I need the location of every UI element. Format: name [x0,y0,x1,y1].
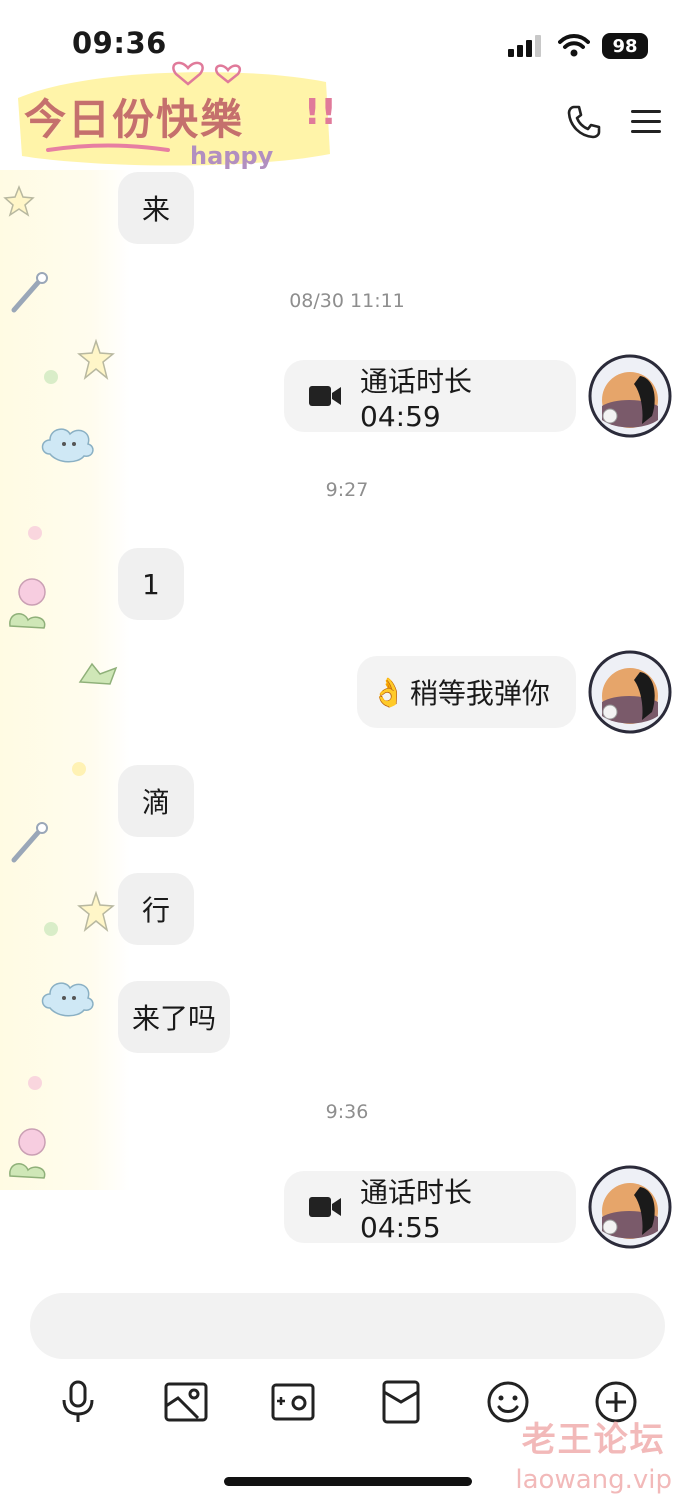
call-duration-text: 通话时长 04:55 [360,1175,473,1244]
message-text: 1 [142,567,160,601]
dot-decoration [72,762,86,776]
microphone-icon [62,1380,94,1422]
avatar-image [588,1165,672,1249]
message-timestamp: 9:27 [325,479,369,501]
message-input[interactable] [30,1293,665,1359]
chat-title: 今日份快樂 [24,95,245,144]
home-indicator[interactable] [224,1477,472,1486]
my-avatar[interactable] [588,354,672,438]
incoming-message[interactable]: 行 [118,873,195,945]
incoming-message[interactable]: 来 [118,172,195,244]
dot-decoration [28,526,42,540]
red-packet-icon [382,1380,420,1424]
chat-header: 今日份快樂 !! happy [0,58,694,178]
status-time: 09:36 [72,26,167,60]
cloud-sticker-icon [41,428,94,463]
cloud-sticker-icon [41,982,94,1017]
incoming-message[interactable]: 1 [118,548,184,620]
incoming-message[interactable]: 来了吗 [118,981,231,1053]
camera-icon [271,1383,315,1421]
message-text: 滴 [142,786,171,819]
image-icon [164,1382,208,1422]
avatar-image [588,354,672,438]
title-sticker: 今日份快樂 !! happy [8,58,348,183]
message-text: 来了吗 [132,1002,217,1035]
wifi-icon [558,34,590,57]
wand-sticker-icon [11,822,48,863]
menu-button[interactable] [626,102,666,142]
star-sticker-icon [77,338,115,381]
watermark-url: laowang.vip [515,1465,672,1495]
voice-button[interactable] [54,1378,102,1426]
message-timestamp: 9:36 [325,1101,369,1123]
dot-decoration [44,370,58,384]
call-duration-text: 通话时长 04:59 [360,364,473,433]
camera-button[interactable] [269,1378,317,1426]
my-avatar[interactable] [588,1165,672,1249]
video-call-icon [309,386,341,406]
incoming-message[interactable]: 滴 [118,765,195,837]
outgoing-call-record[interactable]: 通话时长 04:59 [284,360,576,433]
my-avatar[interactable] [588,650,672,734]
dot-decoration [44,922,58,936]
flower-sticker-icon [9,1128,46,1179]
title-exclamation: !! [304,92,337,133]
phone-icon [567,105,601,139]
avatar-image [588,650,672,734]
outgoing-call-record[interactable]: 通话时长 04:55 [284,1171,576,1244]
red-packet-button[interactable] [377,1378,425,1426]
outgoing-message[interactable]: 👌 稍等我弹你 [357,656,576,728]
ok-hand-emoji: 👌 [371,675,406,709]
star-sticker-icon [77,890,115,933]
message-text: 稍等我弹你 [409,677,550,710]
video-call-icon [309,1197,341,1217]
chat-subtitle: happy [190,142,274,170]
dot-decoration [28,1076,42,1090]
message-text: 行 [142,894,171,927]
signal-icon [508,35,541,57]
leaf-sticker-icon [78,662,118,685]
flower-sticker-icon [9,578,46,629]
watermark-text: 老王论坛 [521,1420,666,1460]
star-sticker-icon [3,184,35,217]
photo-button[interactable] [162,1378,210,1426]
battery-indicator: 98 [602,33,648,59]
watermark: 老王论坛 laowang.vip [515,1412,672,1495]
message-timestamp: 08/30 11:11 [289,290,405,312]
sticker-background [0,170,130,1190]
menu-icon [631,110,661,133]
message-text: 来 [142,193,171,226]
call-button[interactable] [564,102,604,142]
